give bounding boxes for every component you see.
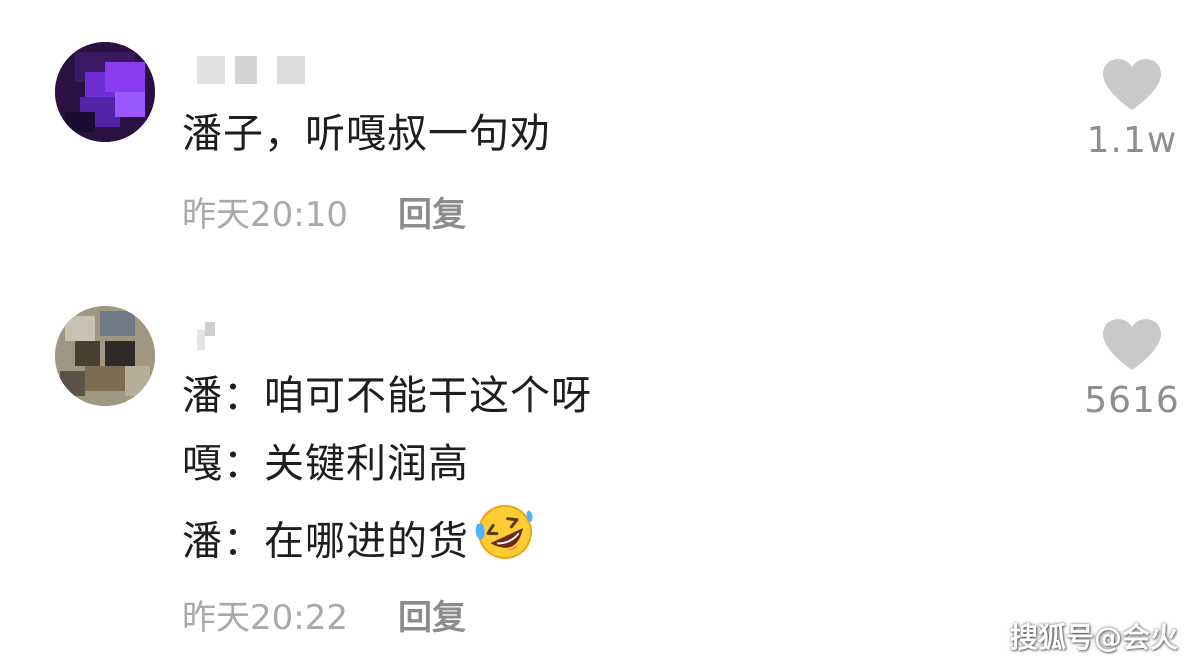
reply-button[interactable]: 回复: [398, 195, 466, 235]
comment-meta: 昨天20:22 回复: [182, 598, 466, 638]
comment-text: 潘：咱可不能干这个呀: [182, 373, 592, 419]
like-button[interactable]: 5616: [1077, 318, 1187, 421]
comment-text: 嘎：关键利润高: [182, 441, 469, 487]
reply-button[interactable]: 回复: [398, 598, 466, 638]
like-count: 1.1w: [1086, 120, 1178, 161]
comment-text-segment: 潘：在哪进的货: [182, 518, 469, 565]
avatar[interactable]: [55, 42, 155, 142]
comment-time: 昨天20:10: [182, 195, 348, 235]
avatar[interactable]: [55, 306, 155, 406]
watermark: 搜狐号@会火: [1009, 621, 1178, 654]
laughing-emoji-icon: [471, 502, 539, 573]
comment-text: 潘：在哪进的货: [182, 505, 539, 579]
comment-meta: 昨天20:10 回复: [182, 195, 466, 235]
comment-text: 潘子，听嘎叔一句劝: [182, 111, 551, 157]
like-count: 5616: [1084, 380, 1180, 421]
comment-time: 昨天20:22: [182, 598, 348, 638]
heart-icon: [1103, 319, 1161, 370]
username-obscured[interactable]: [197, 322, 219, 352]
heart-icon: [1103, 59, 1161, 110]
username-obscured[interactable]: [197, 56, 312, 86]
like-button[interactable]: 1.1w: [1077, 58, 1187, 161]
